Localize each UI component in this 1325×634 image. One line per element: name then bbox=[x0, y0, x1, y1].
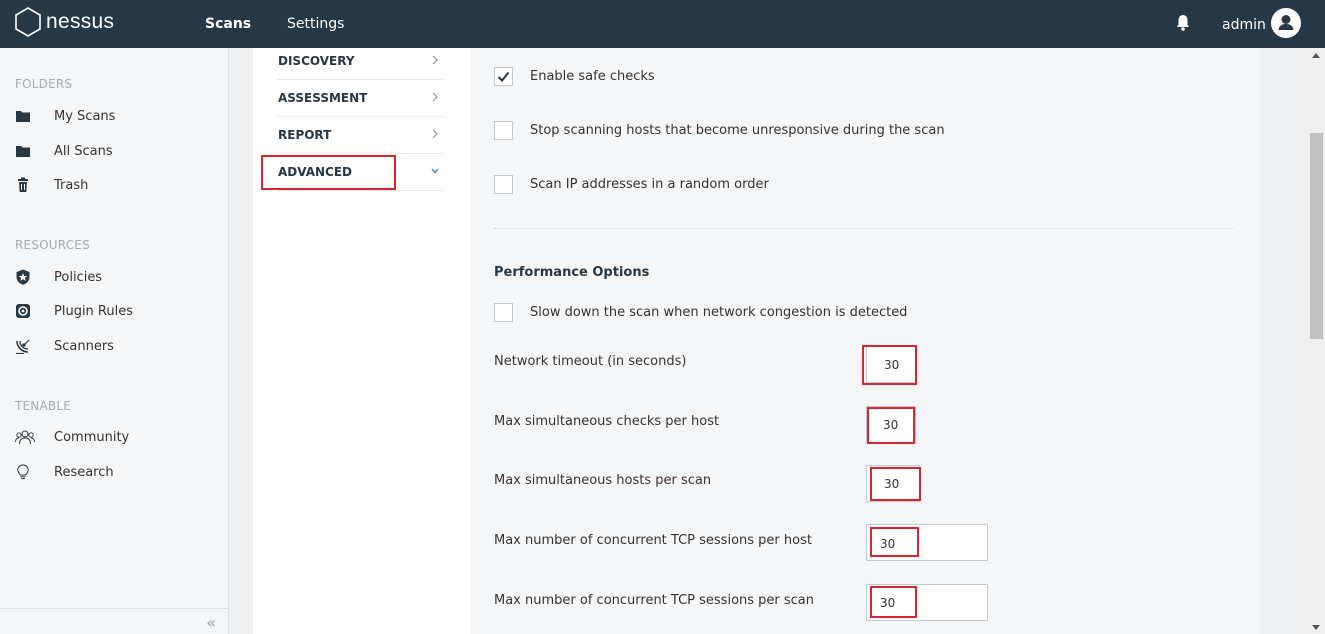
random-order-option[interactable]: Scan IP addresses in a random order bbox=[494, 174, 769, 194]
user-avatar-icon[interactable] bbox=[1271, 8, 1301, 38]
subnav-assessment[interactable]: ASSESSMENT bbox=[278, 80, 445, 117]
slow-down-checkbox[interactable] bbox=[494, 302, 513, 322]
section-divider bbox=[494, 228, 1234, 229]
random-order-label: Scan IP addresses in a random order bbox=[530, 176, 769, 192]
nav-scans[interactable]: Scans bbox=[205, 16, 251, 32]
sidebar-item-my-scans[interactable]: My Scans bbox=[15, 104, 215, 128]
safe-checks-label: Enable safe checks bbox=[530, 68, 655, 84]
shield-star-icon bbox=[15, 267, 39, 287]
scrollbar-thumb[interactable] bbox=[1310, 133, 1323, 339]
resources-heading: RESOURCES bbox=[15, 238, 90, 252]
settings-content: Enable safe checks Stop scanning hosts t… bbox=[470, 48, 1259, 634]
top-bar: nessus Scans Settings admin bbox=[0, 0, 1325, 48]
network-timeout-label: Network timeout (in seconds) bbox=[494, 354, 687, 369]
max-tcp-per-host-label: Max number of concurrent TCP sessions pe… bbox=[494, 533, 812, 548]
sidebar-item-label: All Scans bbox=[54, 143, 113, 159]
sidebar-item-label: Trash bbox=[54, 177, 89, 193]
sidebar-item-label: Policies bbox=[54, 269, 103, 285]
highlight-max-tcp-per-scan bbox=[870, 586, 917, 618]
slow-down-option[interactable]: Slow down the scan when network congesti… bbox=[494, 302, 907, 322]
folder-icon bbox=[15, 141, 39, 161]
subnav-label: DISCOVERY bbox=[278, 54, 355, 68]
random-order-checkbox[interactable] bbox=[494, 174, 513, 194]
community-icon bbox=[15, 427, 39, 447]
nessus-logo[interactable]: nessus bbox=[14, 6, 114, 38]
checkmark-icon bbox=[497, 71, 510, 82]
stop-unresponsive-checkbox[interactable] bbox=[494, 120, 513, 140]
max-hosts-per-scan-label: Max simultaneous hosts per scan bbox=[494, 473, 712, 488]
chevron-right-icon bbox=[431, 128, 439, 140]
subnav-discovery[interactable]: DISCOVERY bbox=[278, 43, 445, 80]
slow-down-label: Slow down the scan when network congesti… bbox=[530, 304, 908, 320]
chevron-down-icon bbox=[431, 165, 439, 177]
sidebar-item-label: Plugin Rules bbox=[54, 303, 133, 319]
sidebar-item-label: Scanners bbox=[54, 338, 114, 354]
chevron-right-icon bbox=[431, 91, 439, 103]
subnav-report[interactable]: REPORT bbox=[278, 117, 445, 154]
left-sidebar: FOLDERS My Scans All Scans Trash RESOURC… bbox=[0, 48, 229, 634]
sidebar-item-trash[interactable]: Trash bbox=[15, 173, 215, 197]
plugin-rules-icon bbox=[15, 301, 39, 321]
scroll-up-arrow-icon[interactable] bbox=[1312, 53, 1320, 58]
sidebar-item-scanners[interactable]: Scanners bbox=[15, 334, 215, 358]
sidebar-item-label: Research bbox=[54, 464, 114, 480]
safe-checks-checkbox[interactable] bbox=[494, 66, 513, 86]
brand-name: nessus bbox=[46, 10, 115, 33]
vertical-scrollbar[interactable] bbox=[1308, 48, 1325, 634]
stop-unresponsive-label: Stop scanning hosts that become unrespon… bbox=[530, 122, 945, 138]
chevron-right-icon bbox=[431, 54, 439, 66]
stop-unresponsive-option[interactable]: Stop scanning hosts that become unrespon… bbox=[494, 120, 945, 140]
lightbulb-icon bbox=[15, 462, 39, 482]
hexagon-logo-icon bbox=[15, 7, 41, 37]
sidebar-item-label: Community bbox=[54, 429, 130, 445]
highlight-network-timeout bbox=[862, 345, 917, 385]
bell-icon[interactable] bbox=[1175, 14, 1191, 32]
sidebar-item-label: My Scans bbox=[54, 108, 116, 124]
scroll-down-arrow-icon[interactable] bbox=[1312, 625, 1320, 630]
username[interactable]: admin bbox=[1222, 17, 1266, 33]
settings-subnav: DISCOVERY ASSESSMENT REPORT ADVANCED bbox=[253, 48, 470, 634]
trash-icon bbox=[15, 175, 39, 195]
sidebar-item-research[interactable]: Research bbox=[15, 460, 215, 484]
highlight-advanced bbox=[261, 155, 396, 190]
sidebar-item-plugin-rules[interactable]: Plugin Rules bbox=[15, 299, 215, 323]
nav-settings[interactable]: Settings bbox=[287, 16, 344, 32]
subnav-label: ASSESSMENT bbox=[278, 91, 368, 105]
satellite-dish-icon bbox=[15, 336, 39, 356]
sidebar-item-community[interactable]: Community bbox=[15, 425, 215, 449]
highlight-max-tcp-per-host bbox=[870, 527, 919, 557]
tenable-heading: TENABLE bbox=[15, 399, 71, 413]
highlight-max-hosts-per-scan bbox=[870, 467, 921, 501]
folders-heading: FOLDERS bbox=[15, 77, 73, 91]
collapse-sidebar-button[interactable]: « bbox=[206, 613, 216, 632]
highlight-max-checks-per-host bbox=[867, 407, 915, 444]
max-checks-per-host-label: Max simultaneous checks per host bbox=[494, 414, 720, 429]
sidebar-item-policies[interactable]: Policies bbox=[15, 265, 215, 289]
main-panel: DISCOVERY ASSESSMENT REPORT ADVANCED Ena… bbox=[253, 48, 1259, 634]
sidebar-item-all-scans[interactable]: All Scans bbox=[15, 139, 215, 163]
folder-icon bbox=[15, 106, 39, 126]
subnav-label: REPORT bbox=[278, 128, 332, 142]
safe-checks-option[interactable]: Enable safe checks bbox=[494, 66, 655, 86]
max-tcp-per-scan-label: Max number of concurrent TCP sessions pe… bbox=[494, 593, 815, 608]
performance-options-title: Performance Options bbox=[494, 265, 650, 280]
sidebar-footer: « bbox=[0, 608, 228, 634]
